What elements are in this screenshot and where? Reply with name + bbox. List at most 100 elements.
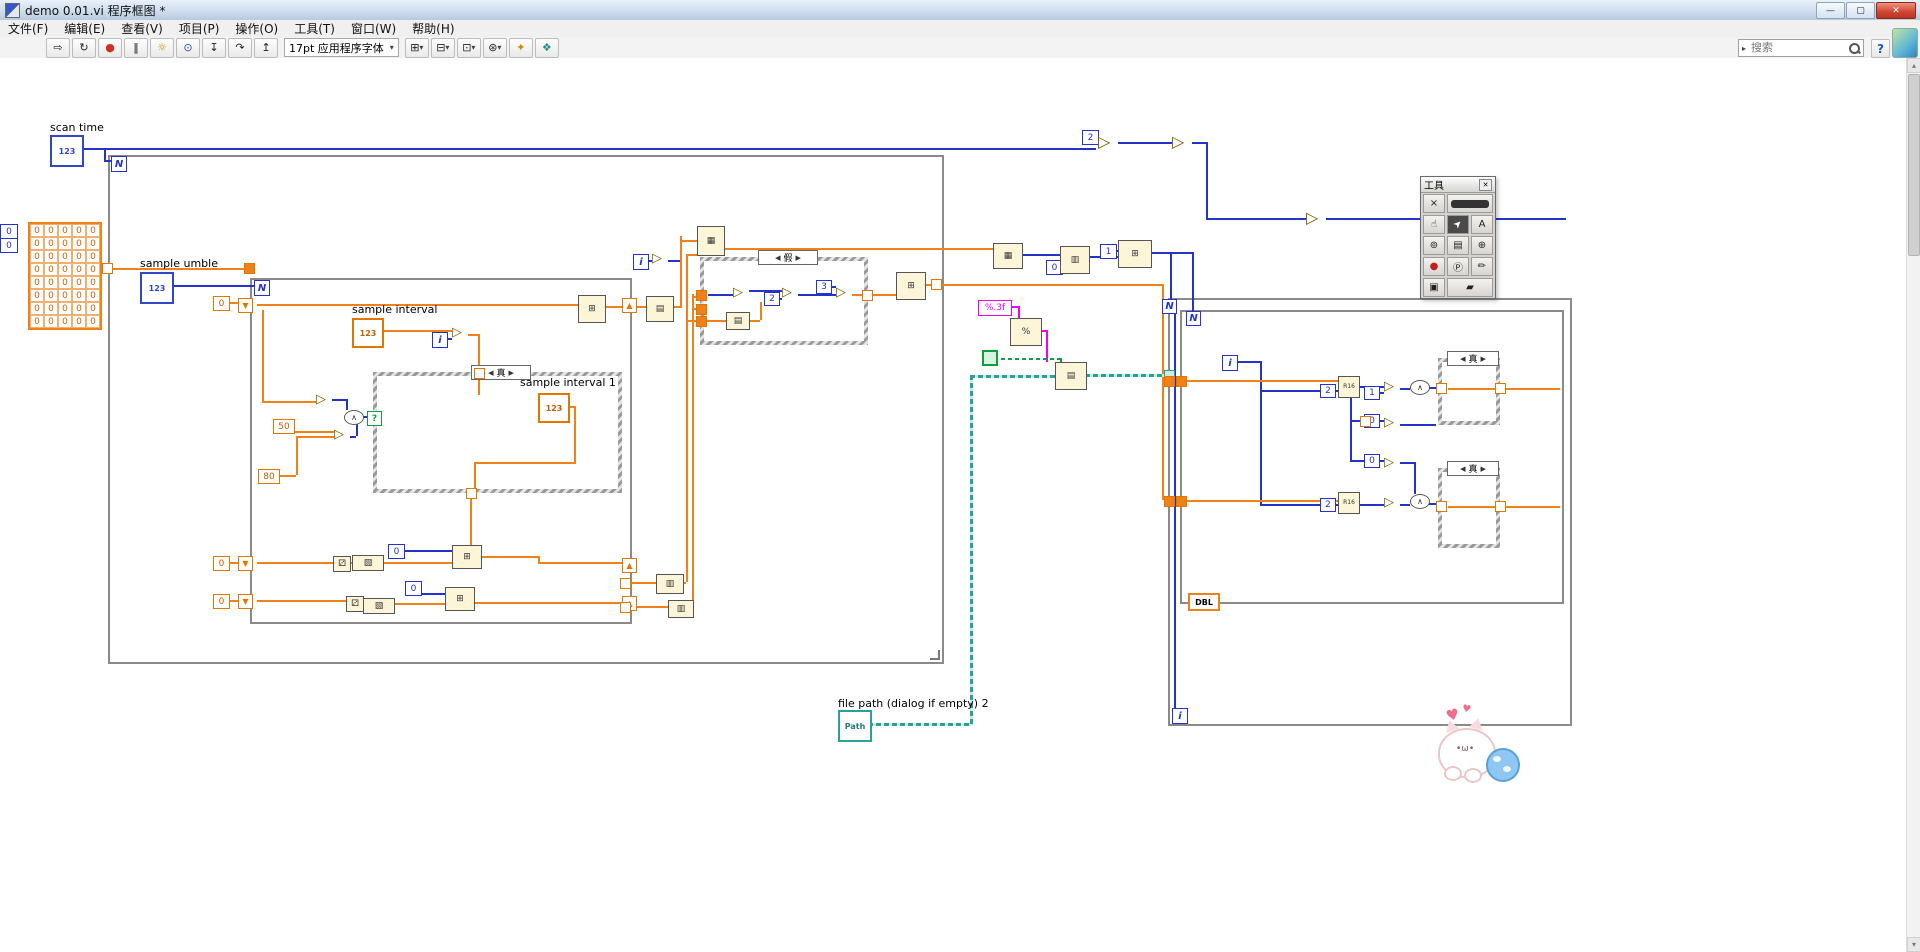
wire[interactable] <box>868 723 972 726</box>
array-subset-node[interactable]: ▧ <box>352 555 384 571</box>
wire[interactable] <box>257 562 333 564</box>
shortcut-menu-tool[interactable]: ▤ <box>1447 236 1469 255</box>
and-node[interactable]: ∧ <box>344 410 364 425</box>
scale-node[interactable]: R16 <box>1338 376 1360 398</box>
case-next-icon[interactable]: ▶ <box>796 254 801 262</box>
wire[interactable] <box>291 431 334 433</box>
wire[interactable] <box>1400 424 1436 426</box>
greater-than-node[interactable]: ▷ <box>316 393 326 406</box>
numeric-constant[interactable]: 2 <box>1320 384 1336 398</box>
array-cell[interactable]: 0 <box>44 263 58 276</box>
tunnel[interactable] <box>1436 501 1447 512</box>
array-cell[interactable]: 0 <box>30 276 44 289</box>
wire[interactable] <box>480 556 538 558</box>
numeric-constant[interactable]: 1 <box>1100 244 1117 259</box>
array-cell[interactable]: 0 <box>58 237 72 250</box>
array-cell[interactable]: 0 <box>86 250 100 263</box>
wire[interactable] <box>686 254 697 256</box>
array-cell[interactable]: 0 <box>86 289 100 302</box>
wire[interactable] <box>1192 142 1206 144</box>
array-cell[interactable]: 0 <box>44 224 58 237</box>
mascot-cat-sticker[interactable]: ♥ ♥ •ω• <box>1424 703 1520 790</box>
case-selector-terminal[interactable]: ? <box>367 411 382 426</box>
numeric-control-terminal-sample-interval-1[interactable]: 123 <box>538 393 570 423</box>
scroll-up-icon[interactable]: ▴ <box>1907 58 1920 73</box>
tunnel[interactable] <box>1495 501 1506 512</box>
wire[interactable] <box>994 358 1060 360</box>
tunnel[interactable] <box>862 290 873 301</box>
menu-window[interactable]: 窗口(W) <box>343 20 404 37</box>
wire[interactable] <box>346 399 348 410</box>
auto-tool-select-bar[interactable] <box>1447 194 1493 213</box>
case-structure-sample-interval[interactable] <box>373 372 622 493</box>
build-array-node[interactable]: ⊞ <box>578 295 606 323</box>
array-cell[interactable]: 0 <box>86 276 100 289</box>
wire[interactable] <box>1350 420 1352 460</box>
wire[interactable] <box>1350 396 1352 420</box>
wire[interactable] <box>262 401 316 403</box>
wire[interactable] <box>1260 361 1262 392</box>
wire[interactable] <box>692 294 694 610</box>
wire[interactable] <box>473 602 622 604</box>
wire[interactable] <box>1448 388 1496 390</box>
abort-button[interactable]: ● <box>98 37 122 58</box>
wire[interactable] <box>296 436 298 475</box>
edit-text-tool[interactable]: A <box>1471 215 1493 234</box>
wire[interactable] <box>356 423 358 436</box>
format-into-string-node[interactable]: % <box>1010 318 1042 346</box>
loop-count-terminal[interactable]: N <box>111 156 127 172</box>
wire[interactable] <box>1360 504 1384 506</box>
wire[interactable] <box>538 562 622 564</box>
menu-tools[interactable]: 工具(T) <box>286 20 343 37</box>
wire[interactable] <box>708 294 733 296</box>
diagram-grid-button[interactable]: ❖ <box>534 37 559 58</box>
array-cell[interactable]: 0 <box>58 276 72 289</box>
dbl-terminal[interactable]: DBL <box>1188 593 1220 611</box>
wire[interactable] <box>1085 374 1165 377</box>
scroll-tool[interactable]: ⊕ <box>1471 236 1493 255</box>
wire[interactable] <box>418 593 445 595</box>
array-subset-node[interactable]: ▧ <box>363 598 395 614</box>
array-cell[interactable]: 0 <box>58 289 72 302</box>
numeric-control-terminal-sample-interval[interactable]: 123 <box>352 318 384 348</box>
wire[interactable] <box>474 462 476 490</box>
comparison-node[interactable]: ▷ <box>1384 456 1394 469</box>
numeric-control-terminal-sample-umble[interactable]: 123 <box>140 272 174 304</box>
loop-resize-grip[interactable] <box>930 650 940 660</box>
tunnel[interactable] <box>1164 376 1175 387</box>
numeric-constant[interactable]: 0 <box>213 556 230 571</box>
tunnel[interactable] <box>1436 383 1447 394</box>
array-cell[interactable]: 0 <box>30 237 44 250</box>
menu-help[interactable]: 帮助(H) <box>404 20 462 37</box>
array-cell[interactable]: 0 <box>72 315 86 328</box>
array-cell[interactable]: 0 <box>72 224 86 237</box>
array-cell[interactable]: 0 <box>86 224 100 237</box>
tunnel[interactable] <box>696 290 707 301</box>
scroll-down-icon[interactable]: ▾ <box>1907 937 1920 952</box>
function-triangle-node[interactable]: ▷ <box>782 286 792 299</box>
tunnel[interactable] <box>620 602 631 613</box>
menu-operate[interactable]: 操作(O) <box>227 20 286 37</box>
get-color-tool[interactable]: ✏ <box>1471 257 1493 276</box>
set-color-tool[interactable]: ▰ <box>1447 278 1493 297</box>
pause-button[interactable]: ‖ <box>124 37 148 58</box>
loop-count-terminal[interactable]: N <box>1186 311 1201 326</box>
index-array-node[interactable]: ▥ <box>668 600 694 618</box>
wire[interactable] <box>382 562 452 564</box>
label[interactable]: sample interval <box>352 303 437 316</box>
wire[interactable] <box>1118 142 1172 144</box>
wire[interactable] <box>1504 506 1560 508</box>
tunnel[interactable] <box>466 488 477 499</box>
tunnel[interactable] <box>931 279 942 290</box>
case-structure-true-1[interactable] <box>1438 358 1500 425</box>
wire[interactable] <box>1400 462 1414 464</box>
run-continuous-button[interactable]: ↻ <box>72 37 96 58</box>
array-cell[interactable]: 0 <box>86 263 100 276</box>
close-icon[interactable]: ✕ <box>1479 178 1492 191</box>
build-array-node[interactable]: ⊞ <box>1118 240 1152 268</box>
and-node[interactable]: ∧ <box>1410 380 1430 395</box>
case-next-icon[interactable]: ▶ <box>1481 355 1486 363</box>
align-objects-dropdown[interactable]: ⊞ ▾ <box>404 37 429 58</box>
array-cell[interactable]: 0 <box>30 250 44 263</box>
wire[interactable] <box>262 310 264 401</box>
